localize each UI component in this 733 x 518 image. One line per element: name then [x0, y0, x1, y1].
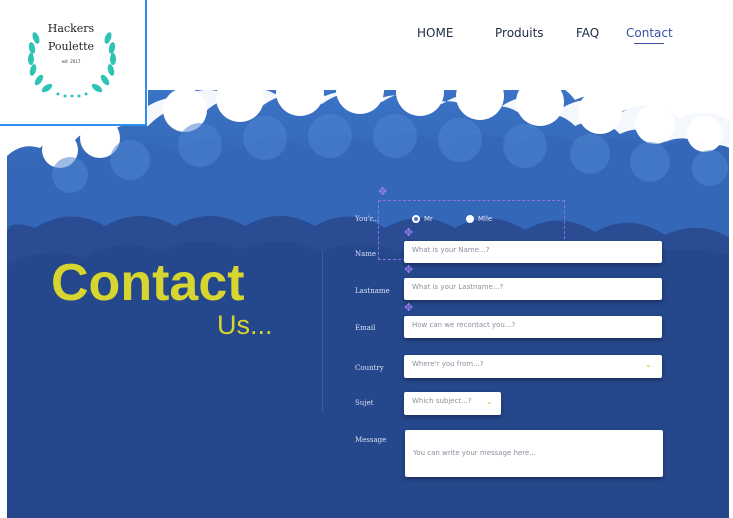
page-title: Contact: [51, 254, 245, 312]
chevron-down-icon: ⌄: [645, 360, 652, 369]
subject-select[interactable]: Which subject...? ⌄: [404, 392, 501, 415]
email-field[interactable]: How can we recontact you...?: [404, 316, 662, 338]
name-label: Name: [355, 250, 377, 258]
lastname-placeholder: What is your Lastname...?: [412, 283, 504, 291]
subject-placeholder: Which subject...?: [412, 397, 472, 405]
lastname-field[interactable]: What is your Lastname...?: [404, 278, 662, 300]
country-label: Country: [355, 364, 384, 372]
nav-contact[interactable]: Contact: [626, 26, 673, 40]
name-field[interactable]: What is your Name...?: [404, 241, 662, 263]
left-edge-mark: [4, 345, 7, 393]
subject-label: Sujet: [355, 399, 374, 407]
gender-label: You'r...: [355, 215, 379, 223]
move-handle-icon[interactable]: ✥: [404, 301, 413, 314]
page-subtitle: Us...: [217, 310, 273, 340]
contact-page: Hackers Poulette est. 2017 HOME Produits…: [0, 0, 733, 518]
radio-mlle-label: Mlle: [478, 215, 493, 223]
message-placeholder: You can write your message here...: [413, 449, 537, 457]
radio-mr[interactable]: [412, 215, 420, 223]
lastname-label: Lastname: [355, 287, 390, 295]
logo-name-line1: Hackers: [47, 22, 95, 35]
radio-mr-label: Mr: [424, 215, 433, 223]
name-placeholder: What is your Name...?: [412, 246, 490, 254]
vertical-divider: [322, 250, 323, 412]
logo-box[interactable]: Hackers Poulette est. 2017: [0, 0, 147, 126]
move-handle-icon[interactable]: ✥: [404, 263, 413, 276]
nav-active-underline: [634, 43, 664, 44]
nav-produits[interactable]: Produits: [495, 26, 544, 40]
country-placeholder: Where'r you from...?: [412, 360, 484, 368]
country-select[interactable]: Where'r you from...? ⌄: [404, 355, 662, 378]
move-handle-icon[interactable]: ✥: [378, 185, 387, 198]
message-label: Message: [355, 436, 387, 444]
email-label: Email: [355, 324, 376, 332]
nav-faq[interactable]: FAQ: [576, 26, 599, 40]
nav-home[interactable]: HOME: [417, 26, 453, 40]
logo-name-line2: Poulette: [47, 40, 95, 53]
message-textarea[interactable]: You can write your message here...: [405, 430, 663, 477]
email-placeholder: How can we recontact you...?: [412, 321, 516, 329]
logo-established: est. 2017: [61, 59, 81, 64]
chevron-down-icon: ⌄: [486, 397, 493, 406]
radio-mlle[interactable]: [466, 215, 474, 223]
move-handle-icon[interactable]: ✥: [404, 226, 413, 239]
